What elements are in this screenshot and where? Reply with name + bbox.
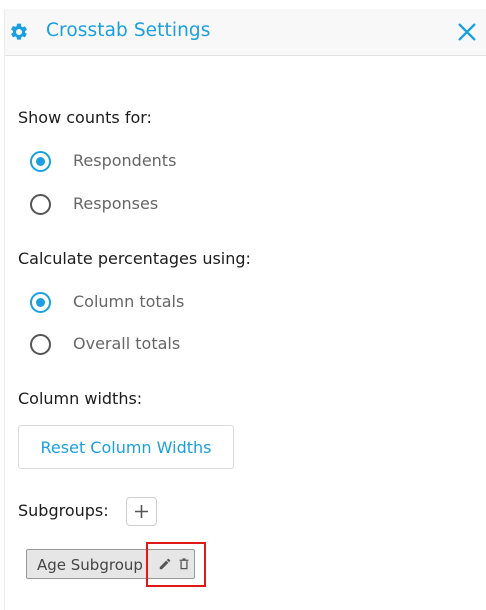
pencil-icon[interactable] <box>158 557 172 571</box>
subgroup-label: Age Subgroup <box>37 556 143 574</box>
radio-label: Overall totals <box>73 334 181 353</box>
panel-header: Crosstab Settings <box>5 9 486 56</box>
subgroup-chip[interactable]: Age Subgroup <box>26 549 195 579</box>
radio-button-checked[interactable] <box>30 292 51 313</box>
close-icon[interactable] <box>456 21 478 43</box>
radio-button[interactable] <box>30 194 51 215</box>
counts-section-label: Show counts for: <box>18 108 152 127</box>
trash-icon[interactable] <box>177 557 191 571</box>
radio-label: Responses <box>73 194 159 213</box>
reset-column-widths-button[interactable]: Reset Column Widths <box>18 425 234 469</box>
percentages-section-label: Calculate percentages using: <box>18 249 251 268</box>
radio-label: Respondents <box>73 151 177 170</box>
panel-title: Crosstab Settings <box>46 20 211 41</box>
subgroups-label: Subgroups: <box>18 501 109 520</box>
add-subgroup-button[interactable] <box>126 497 157 526</box>
plus-icon <box>135 505 148 518</box>
gear-icon <box>11 23 27 40</box>
radio-button-checked[interactable] <box>30 151 51 172</box>
radio-label: Column totals <box>73 292 185 311</box>
column-widths-label: Column widths: <box>18 389 143 408</box>
radio-button[interactable] <box>30 334 51 355</box>
